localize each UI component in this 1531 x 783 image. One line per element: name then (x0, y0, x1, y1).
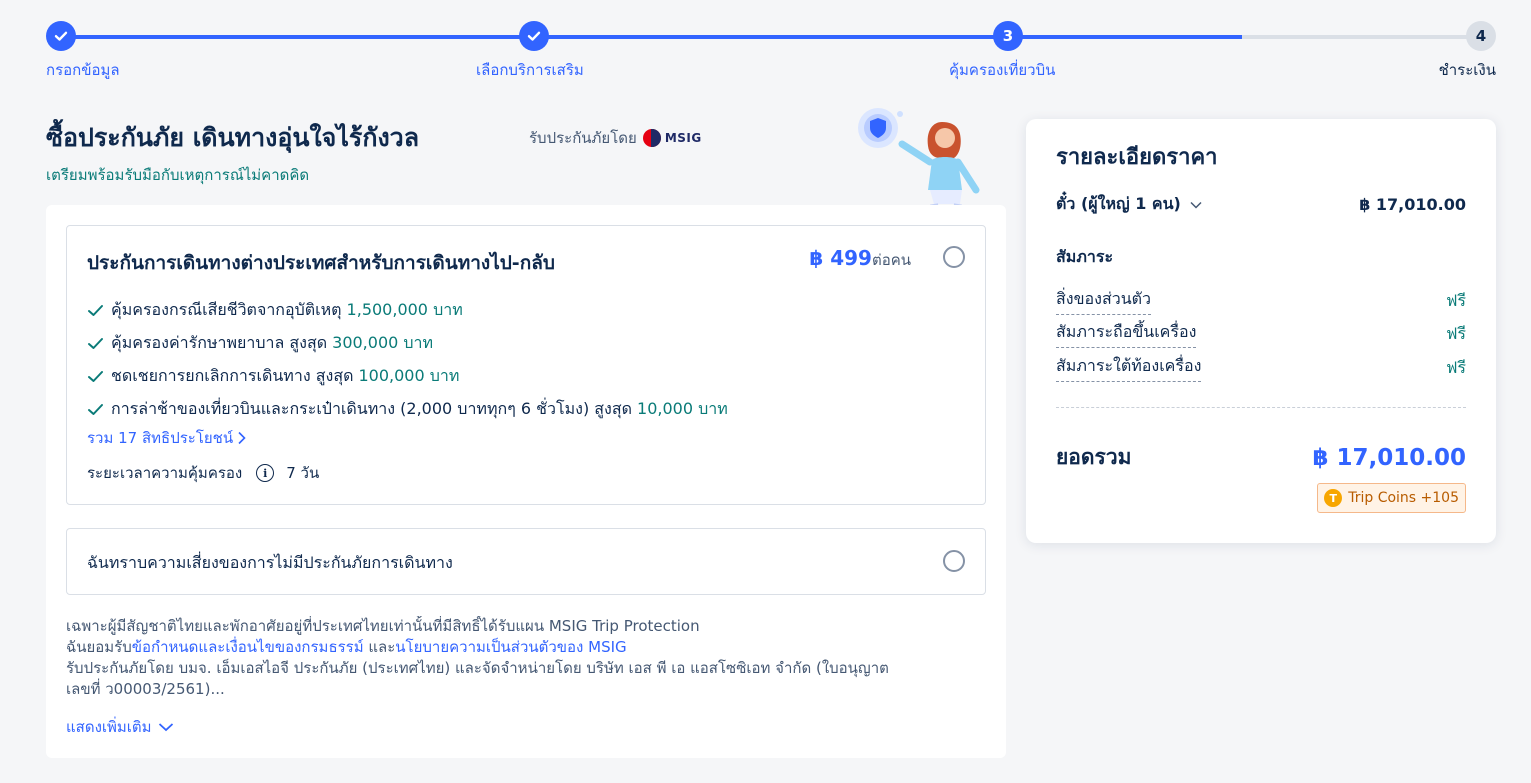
ticket-label-group[interactable]: ตั๋ว (ผู้ใหญ่ 1 คน) (1056, 192, 1203, 217)
baggage-row-checked: สัมภาระใต้ท้องเครื่อง ฟรี (1056, 354, 1466, 382)
benefit-item: ชดเชยการยกเลิกการเดินทาง สูงสุด 100,000 … (87, 360, 728, 393)
plan-price: ฿ 499 ต่อคน (809, 246, 911, 272)
show-more-button[interactable]: แสดงเพิ่มเติม (66, 715, 174, 739)
benefit-text: การล่าช้าของเที่ยวบินและกระเป๋าเดินทาง (… (111, 399, 633, 418)
check-icon (54, 31, 68, 41)
check-icon (88, 305, 103, 316)
baggage-value: ฟรี (1446, 323, 1466, 343)
baggage-label[interactable]: สัมภาระใต้ท้องเครื่อง (1056, 354, 1202, 382)
benefit-text: ชดเชยการยกเลิกการเดินทาง สูงสุด (111, 366, 354, 385)
step-3-label: คุ้มครองเที่ยวบิน (949, 61, 1056, 79)
chevron-down-icon (1190, 201, 1202, 209)
policy-terms-link[interactable]: ข้อกำหนดและเงื่อนไขของกรมธรรม์ (132, 638, 364, 656)
check-icon (527, 31, 541, 41)
baggage-heading: สัมภาระ (1056, 247, 1114, 266)
traveler-illustration (858, 108, 980, 218)
step-4-number: 4 (1466, 21, 1496, 51)
step-1-label[interactable]: กรอกข้อมูล (46, 58, 120, 82)
stepper-track-remaining (1242, 35, 1481, 39)
benefit-text: คุ้มครองกรณีเสียชีวิตจากอุบัติเหตุ (111, 300, 342, 319)
decline-radio[interactable] (943, 550, 965, 572)
benefit-amount: 100,000 บาท (358, 366, 460, 385)
price-details-card: รายละเอียดราคา ตั๋ว (ผู้ใหญ่ 1 คน) ฿ 17,… (1026, 119, 1496, 543)
eligibility-text: เฉพาะผู้มีสัญชาติไทยและพักอาศัยอยู่ที่ปร… (66, 617, 700, 635)
benefit-text: คุ้มครองค่ารักษาพยาบาล สูงสุด (111, 333, 328, 352)
msig-logo-mark (642, 129, 661, 147)
legal-disclaimer: เฉพาะผู้มีสัญชาติไทยและพักอาศัยอยู่ที่ปร… (66, 616, 986, 708)
ticket-price: ฿ 17,010.00 (1359, 195, 1466, 214)
privacy-policy-link[interactable]: นโยบายความเป็นส่วนตัวของ MSIG (395, 638, 626, 656)
baggage-row-personal-item: สิ่งของส่วนตัว ฟรี (1056, 287, 1466, 315)
step-4-label: ชำระเงิน (1438, 61, 1496, 79)
benefit-item: คุ้มครองค่ารักษาพยาบาล สูงสุด 300,000 บา… (87, 327, 728, 360)
underwriter-text: รับประกันภัยโดย บมจ. เอ็มเอสไอจี ประกันภ… (66, 659, 889, 677)
baggage-row-carry-on: สัมภาระถือขึ้นเครื่อง ฟรี (1056, 320, 1466, 348)
benefit-amount: 1,500,000 บาท (346, 300, 463, 319)
plan-name: ประกันการเดินทางต่างประเทศสำหรับการเดินท… (87, 252, 555, 274)
insurer-info: รับประกันภัยโดย MSIG (529, 126, 702, 150)
info-icon[interactable]: i (256, 464, 275, 482)
trip-coins-label: Trip Coins +105 (1348, 490, 1459, 506)
total-row: ยอดรวม ฿ 17,010.00 (1056, 441, 1466, 474)
total-price: ฿ 17,010.00 (1312, 444, 1466, 471)
total-label: ยอดรวม (1056, 445, 1132, 469)
consent-prefix: ฉันยอมรับ (66, 638, 132, 656)
price-details-title: รายละเอียดราคา (1056, 145, 1218, 170)
step-1-check-icon[interactable] (46, 21, 76, 51)
view-all-benefits-link[interactable]: รวม 17 สิทธิประโยชน์ (87, 426, 247, 450)
decline-insurance-label: ฉันทราบความเสี่ยงของการไม่มีประกันภัยการ… (87, 553, 453, 572)
check-icon (88, 338, 103, 349)
baggage-value: ฟรี (1446, 357, 1466, 377)
benefit-amount: 300,000 บาท (332, 333, 434, 352)
progress-stepper: กรอกข้อมูล เลือกบริการเสริม 3 คุ้มครองเท… (0, 0, 1531, 90)
check-icon (88, 371, 103, 382)
msig-logo: MSIG (642, 129, 702, 147)
baggage-label[interactable]: สัมภาระถือขึ้นเครื่อง (1056, 320, 1197, 348)
baggage-value: ฟรี (1446, 290, 1466, 310)
step-2-label[interactable]: เลือกบริการเสริม (476, 58, 584, 82)
show-more-label: แสดงเพิ่มเติม (66, 718, 152, 736)
chevron-down-icon (158, 723, 173, 732)
plan-price-amount: ฿ 499 (809, 246, 872, 270)
plan-radio[interactable] (943, 246, 965, 268)
chevron-right-icon (238, 431, 246, 445)
coin-icon: T (1324, 489, 1343, 507)
insurance-panel: ประกันการเดินทางต่างประเทศสำหรับการเดินท… (46, 205, 1006, 758)
coverage-period-value: 7 วัน (286, 464, 320, 482)
view-all-benefits-label: รวม 17 สิทธิประโยชน์ (87, 429, 234, 447)
underwritten-by-label: รับประกันภัยโดย (529, 129, 637, 147)
stepper-track-completed (61, 35, 1242, 39)
decline-insurance-option[interactable]: ฉันทราบความเสี่ยงของการไม่มีประกันภัยการ… (66, 528, 986, 595)
msig-logo-text: MSIG (664, 131, 702, 145)
benefit-amount: 10,000 บาท (637, 399, 728, 418)
baggage-label[interactable]: สิ่งของส่วนตัว (1056, 287, 1151, 315)
coverage-period-label: ระยะเวลาความคุ้มครอง (87, 464, 243, 482)
ticket-label: ตั๋ว (ผู้ใหญ่ 1 คน) (1056, 194, 1181, 213)
plan-price-unit: ต่อคน (871, 251, 911, 269)
step-3-number: 3 (993, 21, 1023, 51)
license-text: เลขที่ ว00003/2561)... (66, 680, 225, 698)
ticket-price-row[interactable]: ตั๋ว (ผู้ใหญ่ 1 คน) ฿ 17,010.00 (1056, 192, 1466, 217)
benefit-item: คุ้มครองกรณีเสียชีวิตจากอุบัติเหตุ 1,500… (87, 294, 728, 327)
step-2-check-icon[interactable] (519, 21, 549, 51)
consent-and: และ (363, 638, 396, 656)
consent-text: ฉันยอมรับข้อกำหนดและเงื่อนไขของกรมธรรม์ … (66, 637, 986, 658)
page-subtitle: เตรียมพร้อมรับมือกับเหตุการณ์ไม่คาดคิด (46, 166, 310, 184)
benefit-item: การล่าช้าของเที่ยวบินและกระเป๋าเดินทาง (… (87, 393, 728, 426)
price-divider (1056, 407, 1466, 408)
check-icon (88, 404, 103, 415)
trip-coins-badge: T Trip Coins +105 (1317, 483, 1466, 513)
insurance-plan-card[interactable]: ประกันการเดินทางต่างประเทศสำหรับการเดินท… (66, 225, 986, 505)
coverage-period: ระยะเวลาความคุ้มครอง i 7 วัน (87, 461, 319, 485)
page-title: ซื้อประกันภัย เดินทางอุ่นใจไร้กังวล (46, 123, 420, 152)
benefit-list: คุ้มครองกรณีเสียชีวิตจากอุบัติเหตุ 1,500… (87, 294, 728, 426)
